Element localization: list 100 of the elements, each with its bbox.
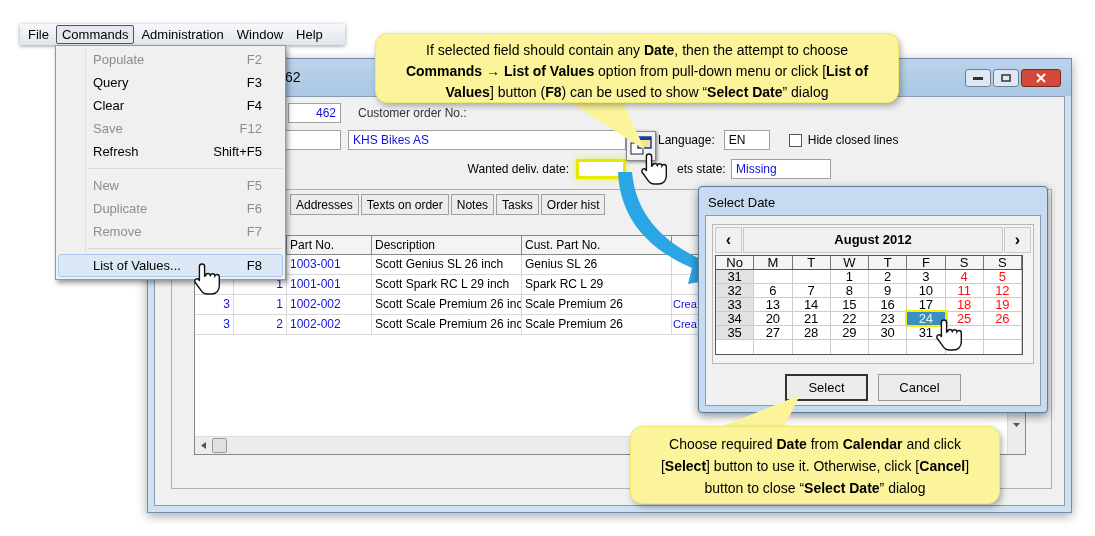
table-cell: 1002-002 (287, 295, 372, 315)
calendar-day[interactable]: 30 (869, 326, 908, 339)
table-cell: 3 (195, 295, 234, 315)
tab[interactable]: Texts on order (360, 194, 449, 215)
checkbox-label: Hide closed lines (807, 132, 899, 149)
field-label: Wanted deliv. date: (466, 161, 569, 178)
menu-item[interactable]: File (22, 25, 55, 44)
field-label: Language: (658, 132, 715, 149)
table-cell: Scott Genius SL 26 inch (372, 255, 522, 275)
tab[interactable]: Tasks (496, 194, 539, 215)
menu-option-label: Remove (93, 222, 142, 241)
dialog-button[interactable]: Select (785, 374, 868, 401)
menu-item[interactable]: Commands (55, 25, 135, 44)
calendar-day[interactable]: 15 (830, 298, 869, 311)
table-cell: 1002-002 (287, 315, 372, 335)
calendar-day[interactable]: 22 (830, 312, 869, 325)
month-title: August 2012 (743, 227, 1003, 253)
table-cell: 1 (234, 295, 287, 315)
table-cell: 1003-001 (287, 255, 372, 275)
callout-text: If selected field should contain any Date, then the attempt to choose Commands → List of Values option from pull-down menu or click [List of Values] button (F8) can be used to show “Select Date” dialog (405, 42, 869, 100)
column-header[interactable]: Description (372, 236, 522, 255)
calendar-day[interactable]: 6 (754, 284, 793, 297)
next-month-button[interactable]: › (1004, 227, 1031, 253)
calendar-day[interactable]: 19 (983, 298, 1022, 311)
window-title: 62 (285, 68, 301, 87)
calendar-day[interactable]: 9 (869, 284, 908, 297)
maximize-button[interactable] (993, 68, 1019, 87)
calendar-day[interactable]: 29 (830, 326, 869, 339)
menu-option-label: Clear (93, 96, 125, 115)
calendar-day[interactable]: 26 (983, 312, 1022, 325)
menu-option-label: Refresh (93, 142, 139, 161)
language-field[interactable]: EN (723, 130, 770, 150)
calendar-day[interactable]: 7 (792, 284, 831, 297)
dialog-title: Select Date (708, 194, 777, 212)
week-number: 32 (716, 284, 755, 297)
minimize-button[interactable] (965, 68, 991, 87)
table-cell: 1001-001 (287, 275, 372, 295)
shortcut-label: Shift+F5 (213, 142, 262, 161)
tab[interactable]: Notes (450, 194, 495, 215)
calendar-day[interactable]: 21 (792, 312, 831, 325)
calendar-day[interactable]: 14 (792, 298, 831, 311)
close-button[interactable] (1021, 68, 1061, 87)
state-field[interactable]: Missing (731, 159, 831, 179)
calendar-day[interactable]: 2 (869, 270, 908, 283)
calendar-day[interactable]: 8 (830, 284, 869, 297)
close-icon (1036, 72, 1046, 83)
weekday-header: T (869, 256, 908, 269)
weekday-header: No (716, 256, 755, 269)
calendar-day[interactable]: 27 (754, 326, 793, 339)
calendar-day[interactable]: 3 (907, 270, 946, 283)
menu-item[interactable]: Help (290, 25, 329, 44)
calendar-day[interactable]: 5 (983, 270, 1022, 283)
weekday-header: W (830, 256, 869, 269)
weekday-header: S (983, 256, 1022, 269)
calendar-day[interactable]: 12 (983, 284, 1022, 297)
week-number: 33 (716, 298, 755, 311)
menu-option[interactable]: List of Values... F8 (58, 254, 283, 277)
menu-item[interactable]: Window (230, 25, 290, 44)
menu-option[interactable]: Clear F4 (58, 94, 283, 117)
customer-name-field[interactable]: KHS Bikes AS (348, 130, 626, 150)
scroll-left-icon (201, 442, 206, 449)
table-cell: Scott Spark RC L 29 inch (372, 275, 522, 295)
week-number: 35 (716, 326, 755, 339)
dialog-button[interactable]: Cancel (878, 374, 961, 401)
tab[interactable]: Addresses (290, 194, 359, 215)
table-cell: Genius SL 26 (522, 255, 672, 275)
shortcut-label: F6 (246, 199, 262, 218)
field-label: ets state: (677, 161, 727, 178)
weekday-header: S (945, 256, 984, 269)
column-header[interactable]: Part No. (287, 236, 372, 255)
shortcut-label: F8 (246, 256, 262, 275)
tab[interactable]: Order hist (540, 194, 606, 215)
menu-option[interactable]: Query F3 (58, 71, 283, 94)
previous-month-button[interactable]: ‹ (715, 227, 742, 253)
calendar-day[interactable]: 1 (830, 270, 869, 283)
menu-item[interactable]: Administration (135, 25, 230, 44)
table-cell: Spark RC L 29 (522, 275, 672, 295)
weekday-header: M (754, 256, 793, 269)
order-number-field[interactable]: 462 (288, 103, 341, 123)
calendar-day[interactable]: 4 (945, 270, 984, 283)
calendar-day[interactable]: 11 (945, 284, 984, 297)
calendar-day[interactable]: 10 (907, 284, 946, 297)
minimize-icon (973, 75, 983, 80)
scroll-thumb[interactable] (212, 438, 227, 453)
menu-option-label: New (93, 176, 119, 195)
calendar-day[interactable]: 13 (754, 298, 793, 311)
week-number: 31 (716, 270, 755, 283)
checkbox[interactable] (788, 133, 802, 147)
week-number: 34 (716, 312, 755, 325)
shortcut-label: F3 (246, 73, 262, 92)
weekday-header: T (792, 256, 831, 269)
horizontal-scrollbar[interactable] (195, 436, 630, 454)
maximize-icon (1001, 73, 1011, 82)
calendar-day[interactable]: 28 (792, 326, 831, 339)
date-field[interactable] (576, 159, 626, 179)
callout-text: Choose required Date from Calendar and click [Select] button to use it. Otherwise, click [Cancel] button to close “Select Date” dialog (660, 436, 970, 496)
menu-option[interactable]: Refresh Shift+F5 (58, 140, 283, 163)
menu-option-label: Duplicate (93, 199, 148, 218)
calendar-day[interactable]: 20 (754, 312, 793, 325)
shortcut-label: F12 (239, 119, 262, 138)
